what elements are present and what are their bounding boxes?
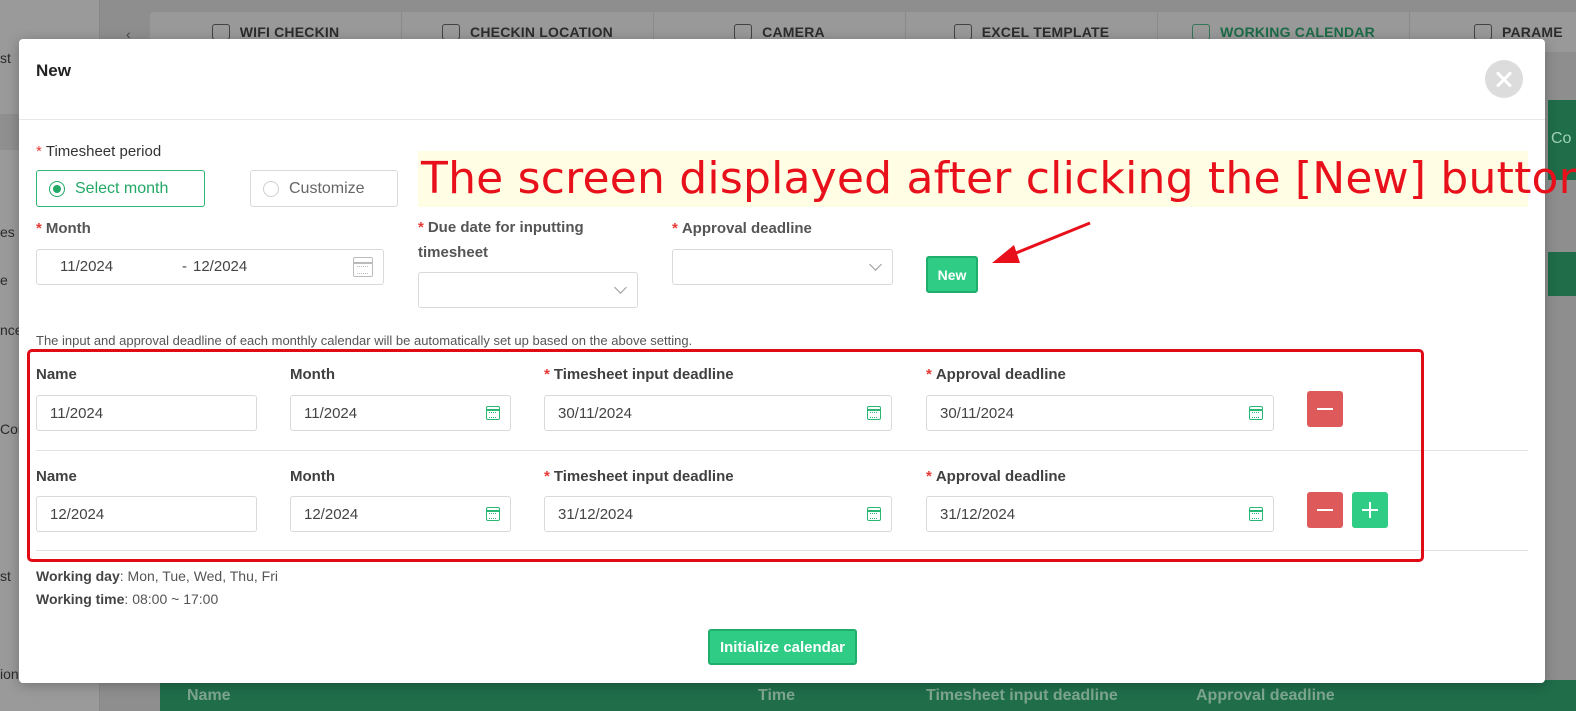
annotation-arrow-icon	[992, 221, 1091, 263]
approval-deadline-select[interactable]	[672, 249, 893, 285]
settings-icon	[1474, 24, 1492, 40]
row1-month-picker[interactable]: 11/2024	[290, 395, 511, 431]
background-table-header: Name Time Timesheet input deadline Appro…	[160, 680, 1576, 711]
row2-month-picker[interactable]: 12/2024	[290, 496, 511, 532]
calendar-icon	[486, 507, 500, 521]
calendar-icon	[867, 507, 881, 521]
background-sidebar-fragment: st	[0, 568, 11, 584]
working-time-info: Working time: 08:00 ~ 17:00	[36, 591, 219, 607]
new-button[interactable]: New	[926, 256, 978, 293]
due-date-label-line2: timesheet	[418, 244, 489, 261]
new-calendar-modal: New * Timesheet period Select month Custo…	[19, 39, 1576, 683]
background-sidebar-fragment: ion	[0, 666, 19, 682]
row1-input-deadline-label: * Timesheet input deadline	[544, 366, 734, 383]
modal-header: New	[19, 39, 1545, 120]
chevron-down-icon	[869, 258, 882, 271]
radio-select-month[interactable]: Select month	[36, 170, 205, 207]
background-action-strip	[1548, 252, 1576, 296]
row1-remove-button[interactable]	[1307, 391, 1343, 427]
modal-title: New	[36, 61, 71, 80]
row1-approval-deadline-label: * Approval deadline	[926, 366, 1066, 383]
row-divider	[36, 550, 1528, 551]
camera-icon	[734, 24, 753, 40]
row2-name-input[interactable]: 12/2024	[36, 496, 257, 532]
calendar-icon	[1249, 507, 1263, 521]
month-range-to: 12/2024	[193, 258, 248, 275]
background-column-time: Time	[758, 687, 796, 704]
background-column-name: Name	[187, 687, 231, 704]
month-label: * Month	[36, 220, 91, 237]
row2-remove-button[interactable]	[1307, 492, 1343, 528]
month-range-picker[interactable]: 11/2024 - 12/2024	[36, 249, 384, 285]
month-range-separator: -	[182, 258, 187, 275]
background-column-approval-deadline: Approval deadline	[1196, 687, 1335, 704]
initialize-calendar-button[interactable]: Initialize calendar	[708, 629, 857, 665]
row1-month-label: Month	[290, 366, 335, 383]
minus-icon	[1317, 509, 1333, 511]
row2-input-deadline-picker[interactable]: 31/12/2024	[544, 496, 892, 532]
row2-input-deadline-label: * Timesheet input deadline	[544, 468, 734, 485]
row2-name-label: Name	[36, 468, 77, 485]
background-sidebar-fragment: es	[0, 224, 15, 240]
radio-unselected-icon	[263, 180, 279, 197]
auto-setup-hint: The input and approval deadline of each …	[36, 333, 693, 348]
location-icon	[442, 24, 461, 40]
calendar-icon	[486, 406, 500, 420]
radio-customize[interactable]: Customize	[250, 170, 398, 207]
calendar-icon	[1249, 406, 1263, 420]
background-sidebar-fragment: st	[0, 50, 11, 66]
row2-approval-deadline-picker[interactable]: 31/12/2024	[926, 496, 1274, 532]
row1-name-label: Name	[36, 366, 77, 383]
wifi-icon	[211, 24, 230, 40]
working-day-info: Working day: Mon, Tue, Wed, Thu, Fri	[36, 568, 278, 584]
table-icon	[953, 24, 972, 40]
chevron-down-icon	[614, 281, 627, 294]
background-sidebar-fragment: e	[0, 272, 8, 288]
background-column-input-deadline: Timesheet input deadline	[926, 687, 1118, 704]
row1-name-input[interactable]: 11/2024	[36, 395, 257, 431]
radio-selected-icon	[49, 180, 65, 197]
row2-month-label: Month	[290, 468, 335, 485]
approval-deadline-label: * Approval deadline	[672, 220, 812, 237]
close-icon[interactable]	[1485, 60, 1523, 98]
calendar-icon	[1192, 24, 1211, 40]
row2-approval-deadline-label: * Approval deadline	[926, 468, 1066, 485]
row1-input-deadline-picker[interactable]: 30/11/2024	[544, 395, 892, 431]
plus-icon	[1362, 502, 1378, 518]
month-range-from: 11/2024	[60, 258, 114, 275]
calendar-icon	[867, 406, 881, 420]
due-date-label: * Due date for inputting	[418, 219, 584, 236]
add-row-button[interactable]	[1352, 492, 1388, 528]
annotation-caption: The screen displayed after clicking the …	[418, 151, 1576, 207]
row-divider	[36, 450, 1528, 451]
calendar-icon	[353, 257, 373, 277]
row1-approval-deadline-picker[interactable]: 30/11/2024	[926, 395, 1274, 431]
minus-icon	[1317, 408, 1333, 410]
due-date-select[interactable]	[418, 272, 638, 308]
timesheet-period-label: * Timesheet period	[36, 143, 162, 160]
